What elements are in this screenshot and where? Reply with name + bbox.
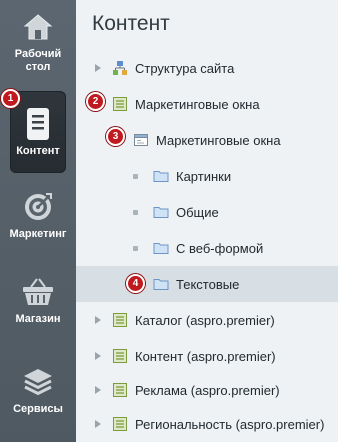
iblock-icon xyxy=(134,134,148,146)
tree-item-common[interactable]: Общие xyxy=(76,194,338,230)
sidebar-item-label: Рабочий xyxy=(14,48,62,60)
tree-item-label: Общие xyxy=(176,204,219,220)
step-badge: 1 xyxy=(1,89,20,108)
iblock-type-icon xyxy=(113,349,127,363)
tree-item-label: Каталог (aspro.premier) xyxy=(135,312,275,328)
tree-item-label: Реклама (aspro.premier) xyxy=(135,382,280,398)
folder-icon xyxy=(153,279,169,290)
expand-arrow-icon[interactable] xyxy=(94,63,102,73)
tree-item-content[interactable]: Контент (aspro.premier) xyxy=(76,338,338,374)
content-panel: Контент Структура сайта Маркетинговые ок… xyxy=(76,0,338,442)
step-badge: 3 xyxy=(106,127,125,146)
tree-item-label: Маркетинговые окна xyxy=(156,132,281,148)
iblock-type-icon xyxy=(113,383,127,397)
step-badge: 4 xyxy=(126,274,145,293)
basket-icon xyxy=(21,275,55,309)
folder-icon xyxy=(153,207,169,218)
layers-icon xyxy=(21,365,55,399)
tree-item-marketing-windows-type[interactable]: Маркетинговые окна xyxy=(76,86,338,122)
sidebar-item-label: Контент xyxy=(16,144,60,157)
bullet-icon xyxy=(133,173,138,179)
target-icon xyxy=(21,190,55,224)
tree-item-label: Структура сайта xyxy=(135,60,235,76)
tree-item-label: Маркетинговые окна xyxy=(135,96,260,112)
iblock-type-icon xyxy=(113,417,127,431)
tree-item-web-form[interactable]: С веб-формой xyxy=(76,230,338,266)
tree-item-ads[interactable]: Реклама (aspro.premier) xyxy=(76,372,338,408)
tree-item-label: Региональность (aspro.premier) xyxy=(135,416,325,432)
left-rail: Рабочий стол Контент Маркетинг Магазин С… xyxy=(0,0,76,442)
tree-item-site-structure[interactable]: Структура сайта xyxy=(76,50,338,86)
tree-item-label: Картинки xyxy=(176,168,232,184)
folder-icon xyxy=(153,171,169,182)
expand-arrow-icon[interactable] xyxy=(94,351,102,361)
sidebar-item-desktop[interactable]: Рабочий стол xyxy=(0,10,76,74)
sidebar-item-label: стол xyxy=(25,61,51,73)
bullet-icon xyxy=(133,245,138,251)
home-icon xyxy=(21,10,55,44)
tree-item-regionality[interactable]: Региональность (aspro.premier) xyxy=(76,406,338,442)
tree-item-label: Текстовые xyxy=(176,276,240,292)
tree-item-label: Контент (aspro.premier) xyxy=(135,348,276,364)
page-title: Контент xyxy=(92,12,170,35)
tree-item-label: С веб-формой xyxy=(176,240,264,256)
sidebar-item-marketing[interactable]: Маркетинг xyxy=(0,190,76,241)
sidebar-item-label: Магазин xyxy=(15,313,61,325)
document-icon xyxy=(21,107,55,141)
sidebar-item-label: Маркетинг xyxy=(9,228,67,240)
folder-icon xyxy=(153,243,169,254)
tree-item-text[interactable]: Текстовые xyxy=(76,266,338,302)
tree-item-pictures[interactable]: Картинки xyxy=(76,158,338,194)
tree-item-catalog[interactable]: Каталог (aspro.premier) xyxy=(76,302,338,338)
iblock-type-icon xyxy=(113,313,127,327)
expand-arrow-icon[interactable] xyxy=(94,385,102,395)
sidebar-item-shop[interactable]: Магазин xyxy=(0,275,76,326)
expand-arrow-icon[interactable] xyxy=(94,419,102,429)
sidebar-item-services[interactable]: Сервисы xyxy=(0,365,76,416)
sitemap-icon xyxy=(113,61,127,75)
step-badge: 2 xyxy=(86,92,105,111)
bullet-icon xyxy=(133,209,138,215)
expand-arrow-icon[interactable] xyxy=(94,315,102,325)
sidebar-item-label: Сервисы xyxy=(13,403,63,415)
iblock-type-icon xyxy=(113,97,127,111)
